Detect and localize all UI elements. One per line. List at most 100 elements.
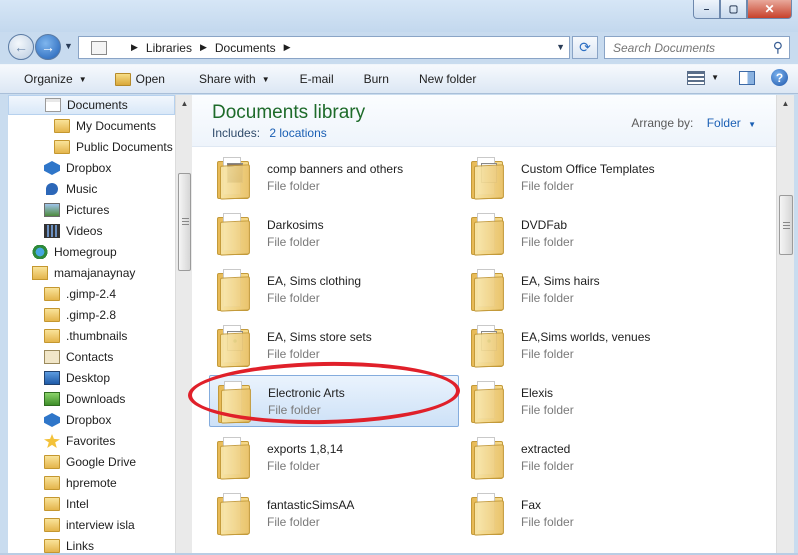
- nav-item-documents[interactable]: Documents: [8, 95, 175, 115]
- search-icon[interactable]: ⚲: [773, 39, 783, 56]
- nav-item-label: Documents: [67, 98, 128, 112]
- navigation-pane[interactable]: Documents My Documents Public Documents Dro…: [8, 95, 175, 555]
- nav-item-my-documents[interactable]: My Documents: [54, 116, 156, 136]
- search-input[interactable]: [613, 40, 763, 55]
- open-button[interactable]: Open: [109, 68, 171, 90]
- open-label: Open: [135, 72, 165, 86]
- folder-item-comp-banners-and-others[interactable]: comp banners and others File folder: [209, 151, 459, 203]
- folder-icon: [217, 211, 251, 256]
- folder-icon: [217, 491, 251, 536]
- nav-item-mamajanaynay[interactable]: mamajanaynay: [32, 263, 135, 283]
- breadcrumb-chevron-icon[interactable]: ▶: [131, 42, 138, 53]
- nav-item-homegroup[interactable]: Homegroup: [32, 242, 117, 262]
- minimize-button[interactable]: –: [693, 0, 720, 19]
- folder-item-custom-office-templates[interactable]: Custom Office Templates File folder: [463, 151, 713, 203]
- scrollbar-thumb[interactable]: [178, 173, 191, 271]
- toolbar-right-group: ▼ ?: [687, 69, 788, 86]
- nav-item-hpremote[interactable]: hpremote: [44, 473, 117, 493]
- nav-item-google-drive[interactable]: Google Drive: [44, 452, 136, 472]
- folder-icon: [217, 267, 251, 312]
- library-title: Documents library: [212, 102, 366, 123]
- nav-item-public-documents[interactable]: Public Documents: [54, 137, 173, 157]
- music-icon: [46, 183, 58, 195]
- address-history-dropdown[interactable]: ▼: [556, 42, 565, 52]
- nav-item-gimp-2-8[interactable]: .gimp-2.8: [44, 305, 116, 325]
- nav-item-interview-isla[interactable]: interview isla: [44, 515, 135, 535]
- folder-item-ea-sims-worlds-venues[interactable]: EA,Sims worlds, venues File folder: [463, 319, 713, 371]
- maximize-button[interactable]: ▢: [720, 0, 747, 19]
- window-controls: – ▢ ✕: [693, 0, 792, 19]
- recent-pages-dropdown[interactable]: ▼: [64, 41, 73, 51]
- locations-link[interactable]: 2 locations: [269, 126, 326, 140]
- back-button[interactable]: ←: [8, 34, 34, 60]
- close-button[interactable]: ✕: [747, 0, 792, 19]
- chevron-down-icon[interactable]: ▼: [748, 120, 756, 129]
- folder-item-darkosims[interactable]: Darkosims File folder: [209, 207, 459, 259]
- navigation-pane-scrollbar[interactable]: ▲: [175, 95, 192, 555]
- folder-text: fantasticSimsAA File folder: [267, 498, 354, 529]
- folder-item-elexis[interactable]: Elexis File folder: [463, 375, 713, 427]
- share-with-button[interactable]: Share with ▼: [193, 68, 276, 90]
- pictures-icon: [44, 203, 60, 217]
- nav-item-videos[interactable]: Videos: [44, 221, 102, 241]
- nav-item-label: Links: [66, 539, 95, 553]
- folder-name: EA,Sims worlds, venues: [521, 329, 651, 344]
- content-pane-scrollbar[interactable]: ▲: [776, 95, 794, 555]
- nav-item-favorites[interactable]: Favorites: [44, 431, 115, 451]
- folder-name: Elexis: [521, 385, 554, 400]
- breadcrumb-chevron-icon[interactable]: ▶: [200, 42, 207, 53]
- preview-pane-icon[interactable]: [739, 70, 755, 85]
- nav-item-gimp-2-4[interactable]: .gimp-2.4: [44, 284, 116, 304]
- new-folder-button[interactable]: New folder: [413, 68, 482, 90]
- thumb-grip: [182, 221, 189, 222]
- forward-button[interactable]: →: [35, 34, 61, 60]
- folder-item-electronic-arts[interactable]: Electronic Arts File folder: [209, 375, 459, 427]
- content-pane[interactable]: Documents library Includes: 2 locations …: [192, 95, 776, 555]
- breadcrumb-chevron-icon[interactable]: ▶: [284, 42, 291, 53]
- nav-item-label: Videos: [66, 224, 103, 238]
- folder-item-ea-sims-store-sets[interactable]: EA, Sims store sets File folder: [209, 319, 459, 371]
- breadcrumb-documents[interactable]: Documents: [215, 41, 276, 55]
- folder-item-exports-1-8-14[interactable]: exports 1,8,14 File folder: [209, 431, 459, 483]
- nav-item-thumbnails[interactable]: .thumbnails: [44, 326, 127, 346]
- folder-icon: [44, 476, 60, 490]
- nav-item-dropbox[interactable]: Dropbox: [44, 158, 111, 178]
- folder-item-fantasticsimsaa[interactable]: fantasticSimsAA File folder: [209, 487, 459, 539]
- organize-button[interactable]: Organize ▼: [18, 68, 93, 90]
- address-bar[interactable]: ▶ Libraries ▶ Documents ▶ ▼: [78, 36, 570, 59]
- view-options-chevron-icon[interactable]: ▼: [711, 73, 719, 82]
- desktop-icon: [44, 371, 60, 385]
- nav-item-label: Intel: [66, 497, 89, 511]
- change-view-icon[interactable]: [687, 70, 706, 85]
- nav-item-desktop[interactable]: Desktop: [44, 368, 110, 388]
- dropbox-icon: [44, 161, 60, 175]
- burn-label: Burn: [363, 72, 389, 86]
- folder-item-ea-sims-clothing[interactable]: EA, Sims clothing File folder: [209, 263, 459, 315]
- folder-item-fax[interactable]: Fax File folder: [463, 487, 713, 539]
- nav-item-music[interactable]: Music: [44, 179, 97, 199]
- folder-icon: [44, 308, 60, 322]
- nav-item-pictures[interactable]: Pictures: [44, 200, 109, 220]
- folder-type: File folder: [521, 402, 574, 417]
- scrollbar-thumb[interactable]: [779, 195, 793, 255]
- folder-item-ea-sims-hairs[interactable]: EA, Sims hairs File folder: [463, 263, 713, 315]
- scroll-up-arrow[interactable]: ▲: [176, 95, 193, 112]
- folder-name: comp banners and others: [267, 161, 404, 176]
- email-button[interactable]: E-mail: [294, 68, 340, 90]
- folder-item-extracted[interactable]: extracted File folder: [463, 431, 713, 483]
- folder-type: File folder: [521, 178, 574, 193]
- folder-name: EA, Sims hairs: [521, 273, 600, 288]
- burn-button[interactable]: Burn: [358, 68, 395, 90]
- nav-item-downloads[interactable]: Downloads: [44, 389, 125, 409]
- help-icon[interactable]: ?: [771, 69, 788, 86]
- refresh-button[interactable]: ⟳: [572, 36, 598, 59]
- arrange-by-dropdown[interactable]: Folder: [707, 116, 741, 130]
- nav-item-intel[interactable]: Intel: [44, 494, 89, 514]
- folder-item-dvdfab[interactable]: DVDFab File folder: [463, 207, 713, 259]
- nav-item-contacts[interactable]: Contacts: [44, 347, 113, 367]
- nav-item-dropbox[interactable]: Dropbox: [44, 410, 111, 430]
- search-box[interactable]: ⚲: [604, 36, 790, 59]
- scroll-up-arrow[interactable]: ▲: [777, 95, 794, 112]
- breadcrumb-libraries[interactable]: Libraries: [146, 41, 192, 55]
- nav-item-label: Downloads: [66, 392, 126, 406]
